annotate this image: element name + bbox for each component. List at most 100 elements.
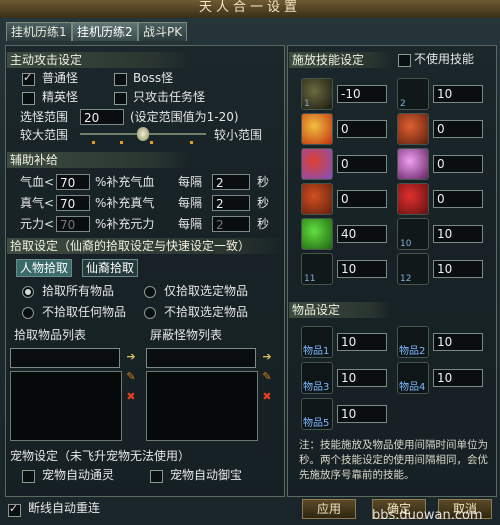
skill-slot-6[interactable] xyxy=(397,148,429,180)
skill-interval-input[interactable]: 0 xyxy=(337,190,387,208)
usage-note: 注：技能施放及物品使用间隔时间单位为秒。两个技能设定的使用间隔相同，会优先施放序… xyxy=(299,439,488,481)
auto-reconnect-label: 断线自动重连 xyxy=(28,501,101,515)
pickup-all-label: 拾取所有物品 xyxy=(42,284,115,298)
no-skill-checkbox[interactable] xyxy=(398,54,411,67)
delete-icon[interactable]: ✖ xyxy=(260,390,274,404)
skill-interval-input[interactable]: 40 xyxy=(337,225,387,243)
item-interval-input[interactable]: 10 xyxy=(337,333,387,351)
range-slider-thumb[interactable] xyxy=(137,127,149,141)
skill-interval-input[interactable]: 10 xyxy=(433,85,483,103)
add-arrow-icon[interactable]: ➔ xyxy=(260,350,274,364)
skill-interval-input[interactable]: -10 xyxy=(337,85,387,103)
skill-slot-4[interactable] xyxy=(397,113,429,145)
item-interval-input[interactable]: 10 xyxy=(433,333,483,351)
item-slot-name: 物品2 xyxy=(399,346,426,357)
skill-slot-7[interactable] xyxy=(301,183,333,215)
pickup-list-title: 拾取物品列表 xyxy=(14,328,87,342)
skill-interval-input[interactable]: 0 xyxy=(337,120,387,138)
skill-slot-9[interactable] xyxy=(301,218,333,250)
slider-tick xyxy=(92,141,95,144)
opt-boss-checkbox[interactable] xyxy=(114,73,127,86)
attack-header: 主动攻击设定 xyxy=(7,52,190,68)
mp-threshold-input[interactable]: 70 xyxy=(56,195,90,211)
opt-normal-label: 普通怪 xyxy=(42,71,79,85)
range-hint: (设定范围值为1-20) xyxy=(130,110,239,124)
skill-slot-number: 1 xyxy=(304,99,310,109)
items-header: 物品设定 xyxy=(289,302,392,318)
tab-pvp[interactable]: 战斗PK xyxy=(138,22,188,41)
block-list-title: 屏蔽怪物列表 xyxy=(150,328,223,342)
skill-slot-12[interactable]: 12 xyxy=(397,253,429,285)
pet-auto-spirit-checkbox[interactable] xyxy=(22,470,35,483)
skill-slot-10[interactable]: 10 xyxy=(397,218,429,250)
edit-icon[interactable]: ✎ xyxy=(260,370,274,384)
mp-label: 真气< xyxy=(20,196,55,210)
skill-slot-3[interactable] xyxy=(301,113,333,145)
skill-slot-1[interactable]: 1 xyxy=(301,78,333,110)
item-interval-input[interactable]: 10 xyxy=(337,369,387,387)
add-arrow-icon[interactable]: ➔ xyxy=(124,350,138,364)
pickup-item-list[interactable] xyxy=(10,371,122,441)
yuanli-interval-input[interactable]: 2 xyxy=(212,216,250,232)
item-slot-4[interactable]: 物品4 xyxy=(397,362,429,394)
opt-quest-only-checkbox[interactable] xyxy=(114,92,127,105)
delete-icon[interactable]: ✖ xyxy=(124,390,138,404)
skill-interval-input[interactable]: 0 xyxy=(433,155,483,173)
item-slot-name: 物品3 xyxy=(303,382,330,393)
block-monster-list[interactable] xyxy=(146,371,258,441)
yuanli-unit: 秒 xyxy=(257,217,270,231)
item-slot-5[interactable]: 物品5 xyxy=(301,398,333,430)
hp-threshold-input[interactable]: 70 xyxy=(56,174,90,190)
pickup-header: 拾取设定（仙裔的拾取设定与快速设定一致） xyxy=(7,238,284,254)
skill-slot-8[interactable] xyxy=(397,183,429,215)
small-range-label: 较小范围 xyxy=(214,128,263,142)
auto-reconnect-checkbox[interactable] xyxy=(8,502,21,517)
skill-slot-2[interactable]: 2 xyxy=(397,78,429,110)
skills-header: 施放技能设定 xyxy=(289,52,392,68)
pickup-item-input[interactable] xyxy=(10,348,120,368)
yuanli-threshold-input[interactable]: 70 xyxy=(56,216,90,232)
skill-interval-input[interactable]: 10 xyxy=(433,260,483,278)
large-range-label: 较大范围 xyxy=(20,128,69,142)
item-slot-name: 物品4 xyxy=(399,382,426,393)
opt-normal-checkbox[interactable] xyxy=(22,71,35,86)
skill-interval-input[interactable]: 10 xyxy=(337,260,387,278)
skill-interval-input[interactable]: 0 xyxy=(433,190,483,208)
hp-interval-input[interactable]: 2 xyxy=(212,174,250,190)
yuanli-label: 元力< xyxy=(20,217,55,231)
block-monster-input[interactable] xyxy=(146,348,256,368)
apply-button[interactable]: 应用 xyxy=(302,499,356,519)
skill-interval-input[interactable]: 10 xyxy=(433,225,483,243)
skill-slot-5[interactable] xyxy=(301,148,333,180)
skill-interval-input[interactable]: 0 xyxy=(433,120,483,138)
pickup-none-radio[interactable] xyxy=(22,307,34,319)
tab-auto-2[interactable]: 挂机历练2 xyxy=(72,22,138,41)
hp-label: 气血< xyxy=(20,175,55,189)
yuanli-suffix: %补充元力 xyxy=(95,217,155,231)
tab-auto-1[interactable]: 挂机历练1 xyxy=(6,22,72,41)
pickup-exclude-label: 不拾取选定物品 xyxy=(164,305,249,319)
mp-interval-input[interactable]: 2 xyxy=(212,195,250,211)
pet-auto-treasure-checkbox[interactable] xyxy=(150,470,163,483)
tab-pet-pickup[interactable]: 仙裔拾取 xyxy=(82,259,139,277)
slider-tick xyxy=(150,141,153,144)
opt-elite-checkbox[interactable] xyxy=(22,92,35,105)
item-slot-2[interactable]: 物品2 xyxy=(397,326,429,358)
pickup-selected-radio[interactable] xyxy=(144,286,156,298)
skill-interval-input[interactable]: 0 xyxy=(337,155,387,173)
mp-unit: 秒 xyxy=(257,196,270,210)
pickup-exclude-radio[interactable] xyxy=(144,307,156,319)
item-interval-input[interactable]: 10 xyxy=(337,405,387,423)
item-slot-1[interactable]: 物品1 xyxy=(301,326,333,358)
pickup-all-radio[interactable] xyxy=(22,286,34,298)
settings-window: 天人合一设置 挂机历练1 挂机历练2 战斗PK 主动攻击设定 普通怪 Boss怪… xyxy=(0,0,500,525)
edit-icon[interactable]: ✎ xyxy=(124,370,138,384)
item-slot-name: 物品1 xyxy=(303,346,330,357)
item-interval-input[interactable]: 10 xyxy=(433,369,483,387)
tab-char-pickup[interactable]: 人物拾取 xyxy=(16,259,73,277)
range-input[interactable]: 20 xyxy=(80,109,124,125)
item-slot-3[interactable]: 物品3 xyxy=(301,362,333,394)
skill-slot-11[interactable]: 11 xyxy=(301,253,333,285)
window-title: 天人合一设置 xyxy=(0,0,500,18)
mp-suffix: %补充真气 xyxy=(95,196,155,210)
